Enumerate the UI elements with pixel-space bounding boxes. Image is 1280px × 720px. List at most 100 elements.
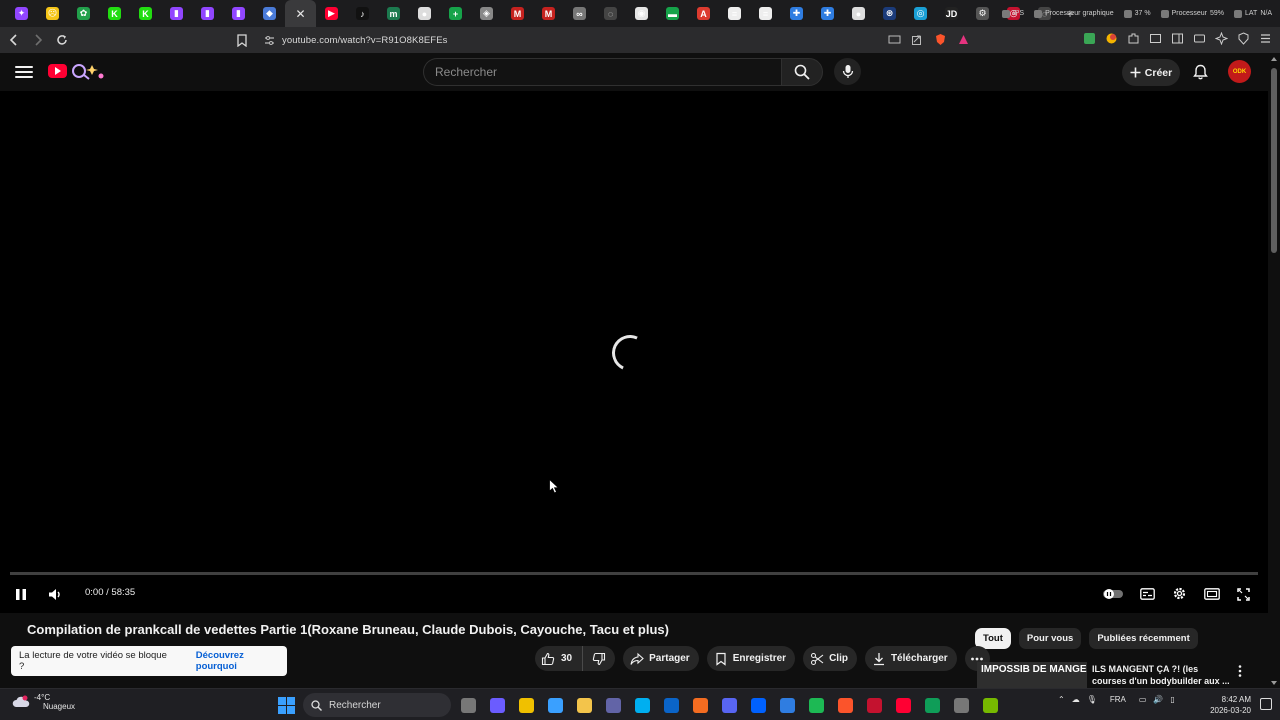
browser-tab[interactable]: ▬ [657,0,688,27]
guide-menu-icon[interactable] [15,64,33,80]
headset-icon[interactable] [690,694,710,716]
pause-button[interactable] [13,586,29,602]
address-bar[interactable]: youtube.com/watch?v=R91O8K8EFEs [258,30,976,50]
discord-icon[interactable] [719,694,739,716]
browser-tab[interactable]: ◉ [626,0,657,27]
browser-tab[interactable]: ✚ [781,0,812,27]
browser-tab[interactable]: ⊛ [874,0,905,27]
opera-icon[interactable] [864,694,884,716]
progress-bar[interactable] [10,572,1258,575]
browser-tab[interactable]: ⚙ [967,0,998,27]
browser-tab[interactable]: JD [936,0,967,27]
speaker-icon[interactable]: 🔊 [1153,695,1163,704]
learn-why-link[interactable]: Découvrez pourquoi [196,650,287,672]
theater-mode-button[interactable] [1203,586,1220,602]
search-button[interactable] [781,58,823,86]
recommended-video[interactable]: IMPOSSIB DE MANGE ILS MANGENT ÇA ?! (les… [977,662,1267,688]
start-button[interactable] [278,697,295,714]
browser-tab[interactable]: ◈ [471,0,502,27]
browser-tab[interactable]: ▶ [316,0,347,27]
browser-tab[interactable]: ◌ [595,0,626,27]
download-button[interactable]: Télécharger [864,646,957,671]
spotify-icon[interactable] [806,694,826,716]
notification-center-icon[interactable] [1260,698,1272,710]
browser-tab[interactable]: K [99,0,130,27]
store-icon[interactable] [516,694,536,716]
browser-tab[interactable]: ≡ [719,0,750,27]
subtitles-button[interactable] [1139,586,1155,602]
leo-ai-icon[interactable] [1214,31,1228,45]
browser-tab[interactable]: ✦ [6,0,37,27]
onedrive-icon[interactable]: ☁ [1072,695,1080,704]
notifications-button[interactable] [1191,63,1209,81]
browser-tab[interactable]: ✚ [812,0,843,27]
taskbar-search[interactable]: Rechercher [303,693,451,717]
youtube-app-icon[interactable] [893,694,913,716]
mute-button[interactable] [46,586,64,602]
browser-tab[interactable]: ◎ [905,0,936,27]
fullscreen-button[interactable] [1235,586,1251,602]
taskbar-clock[interactable]: 8:42 AM 2026-03-20 [1207,694,1251,716]
cast-icon[interactable] [887,32,901,46]
weather-widget[interactable]: -4°C Nuageux [12,693,75,711]
scroll-up-arrow-icon[interactable] [1271,57,1277,61]
browser-tab[interactable]: ● [843,0,874,27]
voice-search-button[interactable] [834,58,861,85]
browser-tab[interactable]: ≡ [750,0,781,27]
network-icon[interactable]: ▭ [1139,695,1147,704]
dropbox-icon[interactable] [748,694,768,716]
share-button[interactable]: Partager [623,646,699,671]
browser-tab[interactable]: K [130,0,161,27]
browser-tab[interactable]: A [688,0,719,27]
share-page-icon[interactable] [910,32,924,46]
video-player[interactable]: 0:00 / 58:35 [0,91,1268,613]
avatar[interactable]: ODK [1228,60,1251,83]
more-vertical-icon[interactable] [1233,664,1247,678]
youtube-logo[interactable] [48,64,67,78]
nvidia-icon[interactable] [980,694,1000,716]
extensions-puzzle-icon[interactable] [1126,31,1140,45]
vpn-shield-icon[interactable] [1236,31,1250,45]
browser-tab[interactable]: M [502,0,533,27]
wallet-card-icon[interactable] [1192,31,1206,45]
chrome-icon[interactable] [951,694,971,716]
site-settings-icon[interactable] [262,33,276,47]
scroll-thumb[interactable] [1271,68,1277,253]
settings-button[interactable] [1171,585,1188,602]
back-button[interactable] [4,30,24,50]
recommended-title[interactable]: ILS MANGENT ÇA ?! (les courses d'un body… [1092,663,1232,687]
recommended-thumbnail[interactable]: IMPOSSIB DE MANGE [977,662,1087,688]
create-button[interactable]: Créer [1122,59,1180,86]
teams-icon[interactable] [603,694,623,716]
browser-tab[interactable]: ▮ [223,0,254,27]
filter-chip[interactable]: Pour vous [1018,628,1082,649]
tray-chevron-icon[interactable]: ⌃ [1058,695,1065,704]
file-explorer-icon[interactable] [574,694,594,716]
browser-tab[interactable]: ☹ [37,0,68,27]
browser-tab[interactable]: + [440,0,471,27]
brave-icon[interactable] [835,694,855,716]
clip-button[interactable]: Clip [803,646,857,671]
extension-color-icon[interactable] [1104,31,1118,45]
brave-shields-icon[interactable] [933,32,947,46]
extension-green-icon[interactable] [1082,31,1096,45]
autoplay-toggle[interactable] [1101,587,1125,601]
edge-icon[interactable] [922,694,942,716]
close-icon[interactable]: ✕ [294,7,307,21]
page-scrollbar[interactable] [1268,53,1280,688]
like-button[interactable]: 30 [535,646,584,671]
skype-icon[interactable] [632,694,652,716]
copilot-icon[interactable] [487,694,507,716]
battery-icon[interactable]: ▯ [1170,695,1174,704]
filter-chip[interactable]: Publiées récemment [1089,628,1198,649]
microphone-tray-icon[interactable]: 🎙 [1087,695,1097,704]
youtube-doodle-icon[interactable] [70,61,106,81]
bookmark-button[interactable] [234,30,250,50]
language-indicator[interactable]: FRA [1110,695,1126,704]
browser-tab[interactable]: m [378,0,409,27]
search-input[interactable] [435,65,765,79]
reload-button[interactable] [52,30,72,50]
brave-rewards-icon[interactable] [956,32,970,46]
scroll-down-arrow-icon[interactable] [1271,681,1277,685]
browser-tab[interactable]: ∞ [564,0,595,27]
